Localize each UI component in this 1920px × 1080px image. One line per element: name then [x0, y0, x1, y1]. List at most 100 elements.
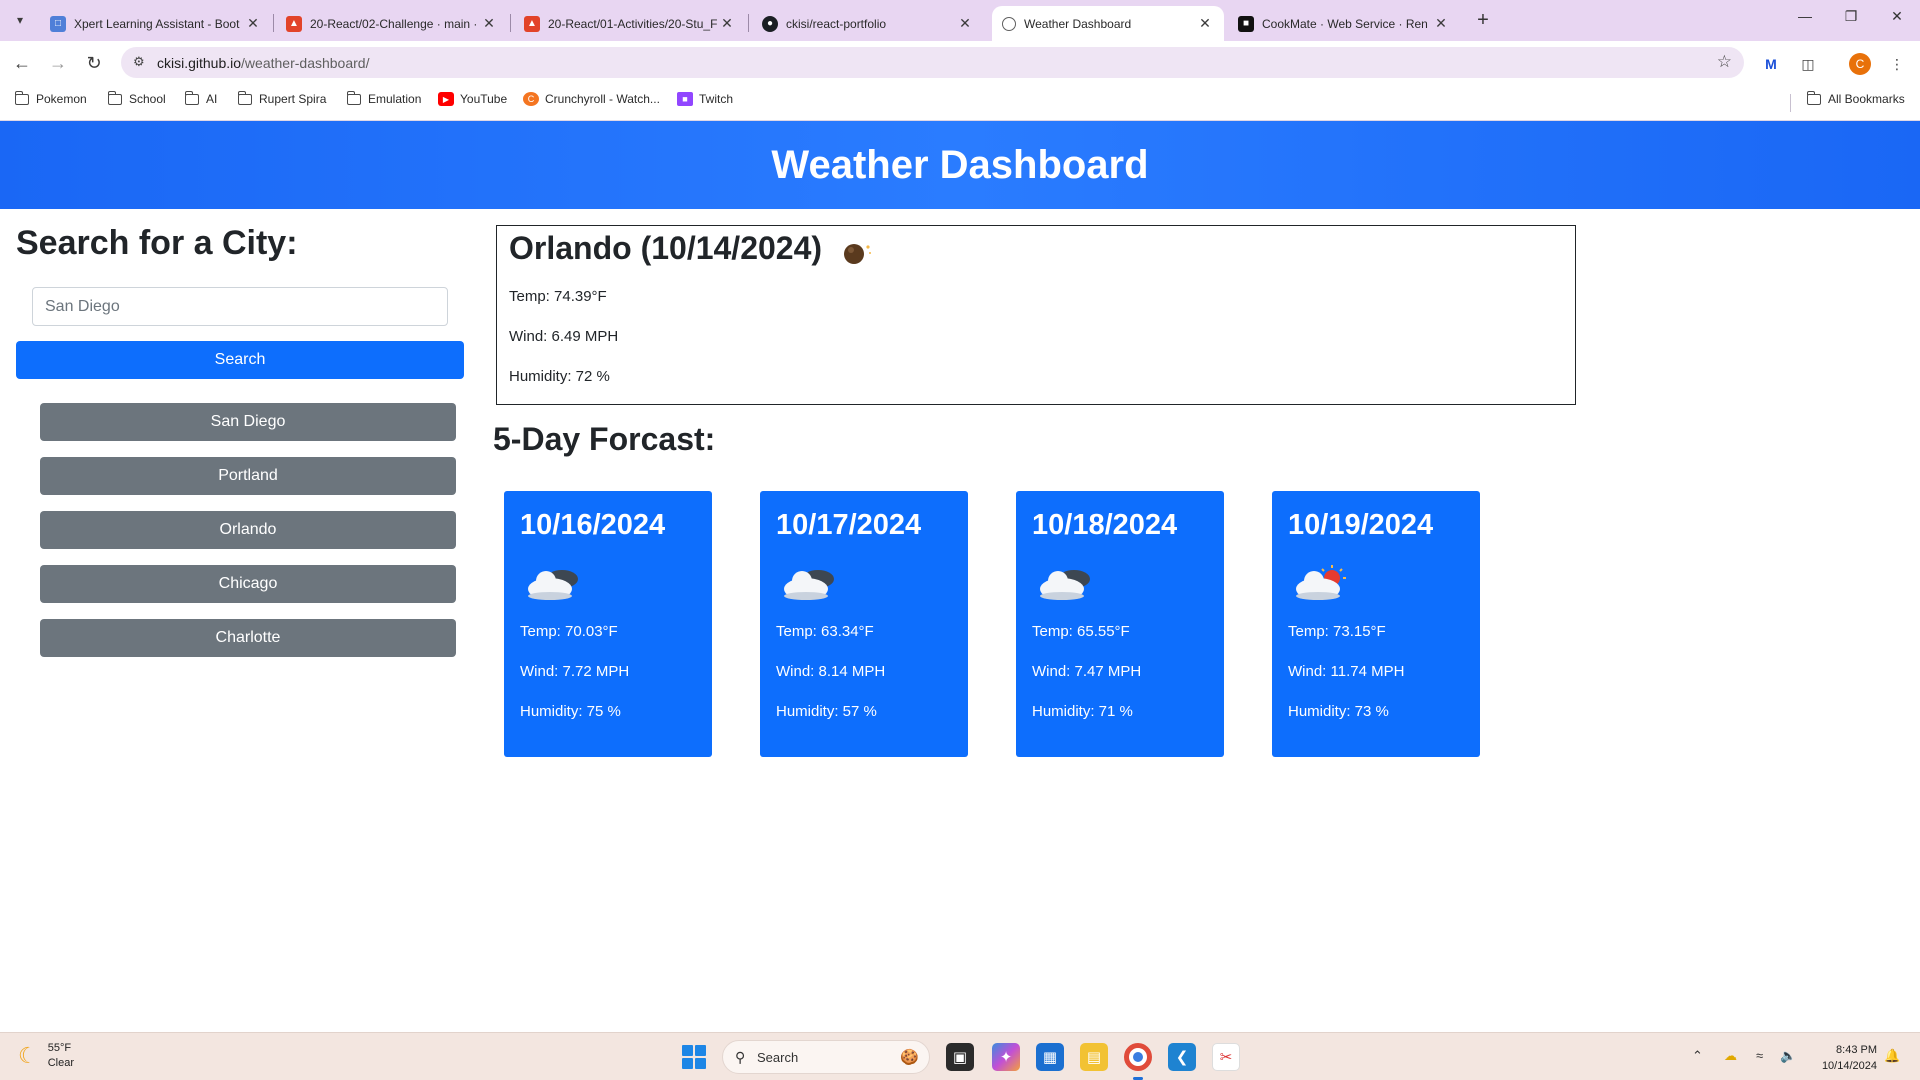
city-search-input[interactable]: [32, 287, 448, 326]
forecast-card: 10/19/2024 Temp: 73.15°F Wind: 11.74 MPH…: [1272, 491, 1480, 757]
folder-icon: [107, 90, 123, 106]
twitch-icon: ■: [677, 92, 693, 106]
address-bar[interactable]: ⚙ ckisi.github.io/weather-dashboard/ ☆: [121, 47, 1744, 78]
volume-icon[interactable]: 🔈: [1780, 1048, 1796, 1064]
current-temp: Temp: 74.39°F: [509, 288, 607, 305]
history-button-chicago[interactable]: Chicago: [40, 565, 456, 603]
document-icon: □: [50, 15, 66, 32]
all-bookmarks-button[interactable]: All Bookmarks: [1806, 90, 1905, 106]
folder-icon: [1806, 90, 1822, 106]
taskbar-search-box[interactable]: ⚲ Search 🍪: [722, 1040, 930, 1074]
folder-icon: [14, 90, 30, 106]
close-icon[interactable]: ✕: [718, 15, 736, 32]
forecast-card: 10/16/2024 Temp: 70.03°F Wind: 7.72 MPH …: [504, 491, 712, 757]
partly-sunny-icon: [1296, 565, 1346, 600]
tab-separator: [748, 14, 749, 32]
forecast-temp: Temp: 65.55°F: [1032, 623, 1130, 640]
browser-tab[interactable]: ■ CookMate · Web Service · Ren ✕: [1228, 6, 1460, 41]
moon-icon: ☾: [18, 1043, 38, 1068]
close-icon[interactable]: ✕: [956, 15, 974, 32]
windows-start-icon[interactable]: [682, 1045, 706, 1069]
history-button-san-diego[interactable]: San Diego: [40, 403, 456, 441]
cloudy-night-icon: [1040, 570, 1090, 600]
forecast-humidity: Humidity: 73 %: [1288, 703, 1389, 720]
bookmark-youtube[interactable]: ▶ YouTube: [438, 92, 507, 106]
search-button[interactable]: Search: [16, 341, 464, 379]
render-icon: ■: [1238, 15, 1254, 32]
close-icon[interactable]: ✕: [480, 15, 498, 32]
bookmark-crunchyroll[interactable]: C Crunchyroll - Watch...: [523, 92, 660, 106]
wifi-icon[interactable]: ≈: [1756, 1048, 1763, 1063]
forecast-wind: Wind: 8.14 MPH: [776, 663, 886, 680]
site-info-icon[interactable]: ⚙: [133, 54, 145, 70]
taskbar-weather-desc: Clear: [47, 1057, 75, 1069]
file-explorer-icon[interactable]: ▤: [1080, 1043, 1108, 1071]
browser-tab[interactable]: □ Xpert Learning Assistant - Boot ✕: [40, 6, 272, 41]
folder-icon: [346, 90, 362, 106]
bookmark-pokemon[interactable]: Pokemon: [14, 90, 87, 106]
forecast-date: 10/19/2024: [1288, 509, 1434, 541]
close-icon[interactable]: ✕: [244, 15, 262, 32]
bookmark-twitch[interactable]: ■ Twitch: [677, 92, 733, 106]
vscode-icon[interactable]: ❮: [1168, 1043, 1196, 1071]
bookmarks-divider: [1790, 94, 1791, 112]
browser-tab[interactable]: ▲ 20-React/01-Activities/20-Stu_F ✕: [514, 6, 746, 41]
microsoft-store-icon[interactable]: ▦: [1036, 1043, 1064, 1071]
current-wind: Wind: 6.49 MPH: [509, 328, 619, 345]
bookmark-rupert-spira[interactable]: Rupert Spira: [237, 90, 326, 106]
browser-tab[interactable]: ● ckisi/react-portfolio ✕: [752, 6, 984, 41]
github-icon: ●: [762, 15, 778, 32]
current-weather-card: Orlando (10/14/2024) Temp: 74.39°F Wind:…: [496, 225, 1576, 405]
bookmark-emulation[interactable]: Emulation: [346, 90, 421, 106]
forward-button[interactable]: →: [44, 49, 72, 77]
bookmark-label: School: [129, 92, 166, 106]
cloudy-night-icon: [784, 570, 834, 600]
bookmark-star-icon[interactable]: ☆: [1717, 52, 1732, 72]
all-bookmarks-label: All Bookmarks: [1828, 92, 1905, 106]
onedrive-icon[interactable]: ☁: [1724, 1048, 1737, 1064]
restore-button[interactable]: ❐: [1836, 8, 1866, 25]
back-button[interactable]: ←: [8, 49, 36, 77]
forecast-humidity: Humidity: 75 %: [520, 703, 621, 720]
gitlab-icon: ▲: [524, 15, 540, 32]
tab-title: Xpert Learning Assistant - Boot: [74, 16, 240, 31]
snipping-tool-icon[interactable]: ✂: [1212, 1043, 1240, 1071]
browser-tab-active[interactable]: Weather Dashboard ✕: [992, 6, 1224, 41]
tab-title: ckisi/react-portfolio: [786, 16, 887, 31]
close-icon[interactable]: ✕: [1196, 15, 1214, 32]
browser-menu-icon[interactable]: ⋮: [1886, 53, 1908, 75]
extension-m-icon[interactable]: M: [1760, 53, 1782, 75]
browser-tab[interactable]: ▲ 20-React/02-Challenge · main · ✕: [276, 6, 508, 41]
tab-search-menu-button[interactable]: ▾: [8, 8, 32, 32]
chrome-icon[interactable]: [1124, 1043, 1152, 1071]
current-city-date: Orlando (10/14/2024): [509, 230, 823, 266]
history-button-portland[interactable]: Portland: [40, 457, 456, 495]
extensions-puzzle-icon[interactable]: ◫: [1797, 53, 1819, 75]
taskbar-clock[interactable]: 8:43 PM 10/14/2024: [1807, 1042, 1877, 1074]
bookmark-label: Twitch: [699, 92, 734, 106]
forecast-temp: Temp: 73.15°F: [1288, 623, 1386, 640]
taskbar-weather-temp: 55°F: [47, 1042, 72, 1054]
forecast-card: 10/18/2024 Temp: 65.55°F Wind: 7.47 MPH …: [1016, 491, 1224, 757]
page-header: Weather Dashboard: [0, 121, 1920, 209]
history-button-orlando[interactable]: Orlando: [40, 511, 456, 549]
close-icon[interactable]: ✕: [1432, 15, 1450, 32]
url-path: /weather-dashboard/: [241, 55, 370, 71]
show-hidden-icons-chevron-icon[interactable]: ⌃: [1692, 1048, 1703, 1064]
bookmark-ai[interactable]: AI: [184, 90, 218, 106]
profile-avatar[interactable]: C: [1849, 53, 1871, 75]
bookmark-school[interactable]: School: [107, 90, 166, 106]
bookmark-label: AI: [206, 92, 218, 106]
taskbar-weather-widget[interactable]: ☾ 55°F Clear: [18, 1041, 74, 1071]
close-window-button[interactable]: ✕: [1882, 8, 1912, 25]
tab-title: CookMate · Web Service · Ren: [1262, 16, 1428, 31]
clock-time: 8:43 PM: [1836, 1044, 1877, 1056]
copilot-icon[interactable]: ✦: [992, 1043, 1020, 1071]
history-button-charlotte[interactable]: Charlotte: [40, 619, 456, 657]
notifications-bell-icon[interactable]: 🔔: [1884, 1048, 1900, 1064]
task-view-icon[interactable]: ▣: [946, 1043, 974, 1071]
minimize-button[interactable]: —: [1790, 8, 1820, 24]
bookmarks-bar: Pokemon School AI Rupert Spira Emulation…: [0, 84, 1920, 121]
reload-button[interactable]: ↻: [80, 49, 108, 77]
new-tab-button[interactable]: +: [1471, 9, 1495, 32]
